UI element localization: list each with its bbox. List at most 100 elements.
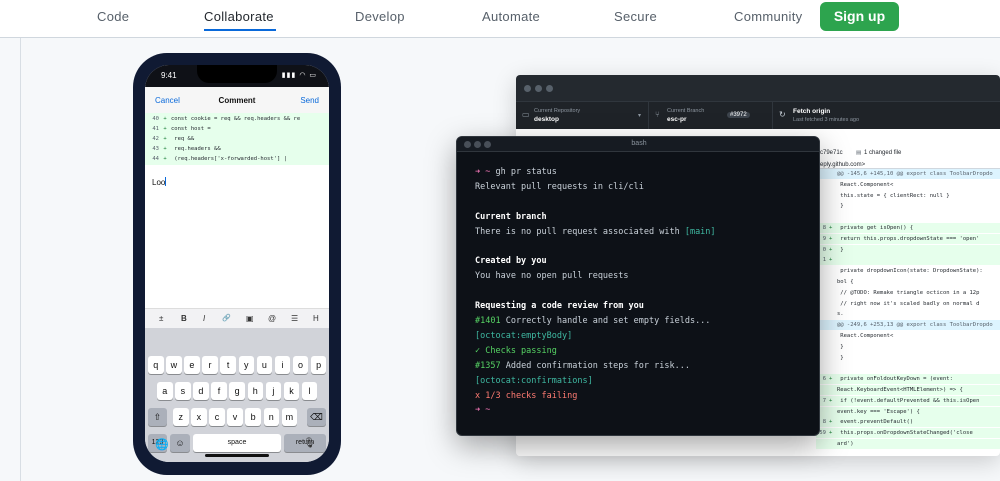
phone-notch bbox=[197, 65, 277, 83]
key-g[interactable]: g bbox=[229, 382, 245, 400]
code-line: 44 + (req.headers['x-forwarded-host'] | bbox=[152, 156, 287, 162]
terminal-command-line: ➜ ~ gh pr status bbox=[475, 167, 557, 177]
current-repository[interactable]: ▭ Current Repository desktop ▾ bbox=[516, 102, 649, 130]
key-r[interactable]: r bbox=[202, 356, 218, 374]
desktop-toolbar: ▭ Current Repository desktop ▾ ⑂ Current… bbox=[516, 101, 1000, 130]
delete-key[interactable]: ⌫ bbox=[307, 408, 326, 426]
key-m[interactable]: m bbox=[281, 408, 298, 426]
key-v[interactable]: v bbox=[227, 408, 243, 426]
terminal-created-text: You have no open pull requests bbox=[475, 271, 629, 281]
branch-icon: ⑂ bbox=[655, 110, 660, 119]
mention-icon[interactable]: @ bbox=[268, 314, 276, 323]
commit-email: eply.github.com> bbox=[820, 162, 866, 168]
sign-up-button[interactable]: Sign up bbox=[820, 2, 899, 31]
terminal-title: bash bbox=[631, 140, 647, 147]
window-min-dot[interactable] bbox=[535, 85, 542, 92]
diff-hunk-header: @@ -249,6 +253,13 @@ export class Toolba… bbox=[816, 320, 1000, 331]
text-caret bbox=[165, 177, 167, 186]
key-u[interactable]: u bbox=[256, 356, 273, 374]
key-i[interactable]: i bbox=[274, 356, 291, 374]
key-o[interactable]: o bbox=[292, 356, 309, 374]
image-icon[interactable]: ▣ bbox=[246, 314, 254, 323]
mic-icon[interactable]: 🎙 bbox=[303, 438, 316, 449]
diff-line: private dropdownIcon(state: DropdownStat… bbox=[837, 268, 983, 275]
key-p[interactable]: p bbox=[310, 356, 327, 374]
window-close-dot[interactable] bbox=[524, 85, 531, 92]
bold-icon[interactable]: B bbox=[181, 314, 187, 323]
link-icon[interactable]: 🔗 bbox=[222, 314, 231, 322]
status-time: 9:41 bbox=[161, 71, 177, 80]
terminal-pr1-status: ✓ Checks passing bbox=[475, 346, 557, 356]
list-icon[interactable]: ☰ bbox=[291, 314, 298, 323]
key-h[interactable]: h bbox=[247, 382, 263, 400]
key-c[interactable]: c bbox=[209, 408, 225, 426]
key-k[interactable]: k bbox=[283, 382, 300, 400]
chevron-down-icon: ▾ bbox=[638, 113, 642, 119]
key-e[interactable]: e bbox=[184, 356, 200, 374]
nav-develop[interactable]: Develop bbox=[355, 9, 405, 24]
sync-icon: ↻ bbox=[779, 110, 786, 119]
italic-icon[interactable]: I bbox=[203, 314, 205, 323]
nav-collaborate[interactable]: Collaborate bbox=[204, 9, 274, 24]
heading-icon[interactable]: H bbox=[313, 314, 319, 323]
left-divider bbox=[20, 38, 21, 481]
commit-sha: c79e71c bbox=[820, 150, 843, 156]
key-n[interactable]: n bbox=[263, 408, 279, 426]
diff-line: } bbox=[837, 354, 844, 361]
terminal-pr2-status: x 1/3 checks failing bbox=[475, 391, 578, 401]
key-b[interactable]: b bbox=[245, 408, 261, 426]
key-s[interactable]: s bbox=[175, 382, 191, 400]
key-a[interactable]: a bbox=[157, 382, 173, 400]
file-icon: ▤ bbox=[856, 150, 862, 156]
diff-line: bol { bbox=[837, 279, 854, 285]
nav-secure[interactable]: Secure bbox=[614, 9, 657, 24]
key-x[interactable]: x bbox=[191, 408, 207, 426]
diff-line: 259 + this.props.onDropdownStateChanged('… bbox=[816, 428, 1000, 439]
diff-line: this.state = { clientRect: null } bbox=[837, 192, 950, 199]
comment-header: Cancel Comment Send bbox=[145, 87, 329, 113]
nav-automate[interactable]: Automate bbox=[482, 9, 540, 24]
key-l[interactable]: l bbox=[301, 382, 318, 400]
key-z[interactable]: z bbox=[173, 408, 189, 426]
code-line: 41 + const host = bbox=[152, 126, 211, 132]
diff-line: event.key === 'Escape') { bbox=[816, 406, 1000, 417]
key-f[interactable]: f bbox=[211, 382, 227, 400]
monitor-icon: ▭ bbox=[522, 110, 530, 119]
comment-input[interactable]: Loo bbox=[152, 177, 167, 187]
terminal-pr2-branch: [octocat:confirmations] bbox=[475, 376, 593, 386]
key-j[interactable]: j bbox=[265, 382, 282, 400]
key-y[interactable]: y bbox=[238, 356, 254, 374]
send-button[interactable]: Send bbox=[300, 96, 319, 105]
code-line: 43 + req.headers && bbox=[152, 146, 221, 152]
diff-line: 1 + bbox=[816, 255, 1000, 266]
diff-line: 0 + } bbox=[816, 244, 1000, 255]
keyboard: qwertyuiop asdfghjkl zxcvbnm ⇧ ⌫ 123 ☺ s… bbox=[145, 328, 329, 462]
shift-key[interactable]: ⇧ bbox=[148, 408, 167, 426]
globe-icon[interactable]: 🌐 bbox=[155, 438, 169, 451]
plus-icon[interactable]: ± bbox=[159, 314, 163, 323]
terminal-pr2: #1357 Added confirmation steps for risk.… bbox=[475, 361, 690, 371]
window-max-dot[interactable] bbox=[546, 85, 553, 92]
diff-line: React.Component< bbox=[837, 181, 894, 188]
diff-line: } bbox=[837, 343, 844, 350]
top-nav: Code Collaborate Develop Automate Secure… bbox=[0, 0, 1000, 38]
desktop-titlebar bbox=[516, 75, 1000, 101]
key-q[interactable]: q bbox=[148, 356, 164, 374]
branch-label: Current Branch bbox=[667, 108, 705, 114]
emoji-key[interactable]: ☺ bbox=[170, 434, 190, 452]
status-icons: ▮▮▮ ◠ ▭ bbox=[282, 71, 317, 79]
fetch-origin[interactable]: ↻ Fetch origin Last fetched 3 minutes ag… bbox=[773, 102, 1000, 130]
diff-line: 8 + event.preventDefault() bbox=[816, 417, 1000, 428]
current-branch[interactable]: ⑂ Current Branch esc-pr bbox=[649, 102, 773, 130]
changed-files: 1 changed file bbox=[864, 150, 902, 156]
nav-community[interactable]: Community bbox=[734, 9, 802, 24]
nav-code[interactable]: Code bbox=[97, 9, 129, 24]
terminal-titlebar: bash bbox=[457, 137, 819, 152]
code-suggestion: 40 + const cookie = req && req.headers && … bbox=[145, 113, 329, 165]
key-w[interactable]: w bbox=[166, 356, 182, 374]
pr-badge[interactable]: #3972 bbox=[727, 112, 750, 118]
terminal-review-heading: Requesting a code review from you bbox=[475, 301, 644, 311]
space-key[interactable]: space bbox=[193, 434, 281, 452]
key-t[interactable]: t bbox=[220, 356, 236, 374]
key-d[interactable]: d bbox=[193, 382, 209, 400]
